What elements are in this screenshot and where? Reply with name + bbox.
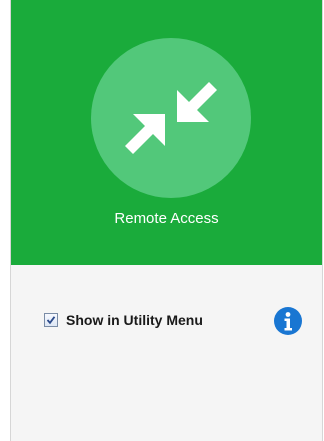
card-title: Remote Access — [114, 210, 219, 227]
show-in-utility-menu-checkbox[interactable] — [44, 313, 58, 327]
compress-arrows-icon — [125, 82, 217, 154]
show-in-utility-menu-label: Show in Utility Menu — [66, 312, 203, 328]
checkmark-icon — [46, 316, 56, 325]
info-icon[interactable] — [273, 306, 303, 336]
show-in-utility-menu-option[interactable]: Show in Utility Menu — [44, 312, 203, 328]
card-header: Remote Access — [11, 0, 322, 265]
app-icon-circle — [91, 38, 251, 198]
remote-access-card[interactable]: Remote Access Show in Utility Menu — [10, 0, 323, 441]
